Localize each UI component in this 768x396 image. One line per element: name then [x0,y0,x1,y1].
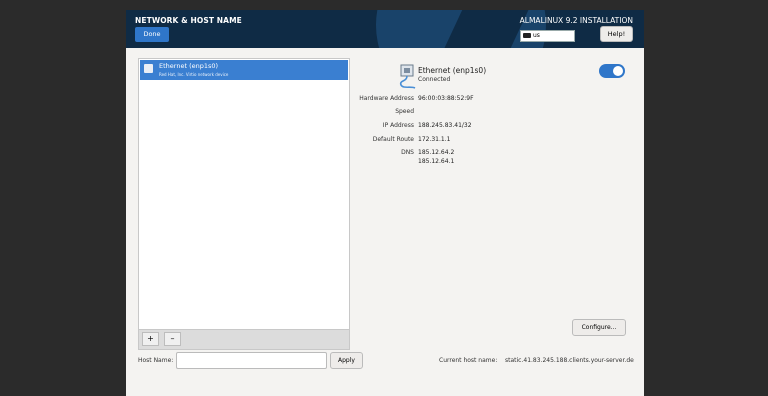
speed-label: Speed [395,108,414,115]
hardware-address-value: 96:00:03:88:52:9F [418,95,474,102]
device-enable-toggle[interactable] [599,64,625,78]
device-list-item-name: Ethernet (enp1s0) [159,62,219,70]
add-device-button[interactable]: + [142,332,159,346]
default-route-label: Default Route [372,136,414,143]
hardware-address-label: Hardware Address [359,95,414,102]
ip-address-label: IP Address [382,122,414,129]
device-list-item-description: Red Hat, Inc. Virtio network device [159,72,229,77]
remove-device-button[interactable]: – [164,332,181,346]
device-name: Ethernet (enp1s0) [418,66,487,75]
header-bar: NETWORK & HOST NAME Done ALMALINUX 9.2 I… [126,10,644,48]
ethernet-device-icon [399,64,416,89]
keyboard-layout-indicator[interactable]: us [520,30,575,42]
dns-label: DNS [401,149,414,156]
dns-secondary-value: 185.12.64.1 [418,158,455,165]
page-title: NETWORK & HOST NAME [135,16,242,25]
configure-button[interactable]: Configure... [572,319,626,336]
apply-button[interactable]: Apply [330,352,363,369]
done-button[interactable]: Done [135,27,169,42]
dns-primary-value: 185.12.64.2 [418,149,455,156]
host-name-label: Host Name: [138,357,174,364]
device-list-item-enp1s0[interactable]: Ethernet (enp1s0) Red Hat, Inc. Virtio n… [140,60,348,80]
default-route-value: 172.31.1.1 [418,136,451,143]
help-button[interactable]: Help! [600,26,633,42]
keyboard-icon [523,33,531,38]
current-host-name-label: Current host name: [439,357,498,364]
toggle-knob [613,66,623,76]
host-name-input[interactable] [176,352,327,369]
installer-window: NETWORK & HOST NAME Done ALMALINUX 9.2 I… [126,10,644,396]
product-title: ALMALINUX 9.2 INSTALLATION [519,16,633,25]
ip-address-value: 188.245.83.41/32 [418,122,472,129]
device-list-toolbar: + – [139,329,349,349]
keyboard-layout-label: us [533,32,540,39]
current-host-name-value: static.41.83.245.188.clients.your-server… [505,357,634,364]
network-wired-icon [144,64,153,73]
device-status: Connected [418,76,451,83]
